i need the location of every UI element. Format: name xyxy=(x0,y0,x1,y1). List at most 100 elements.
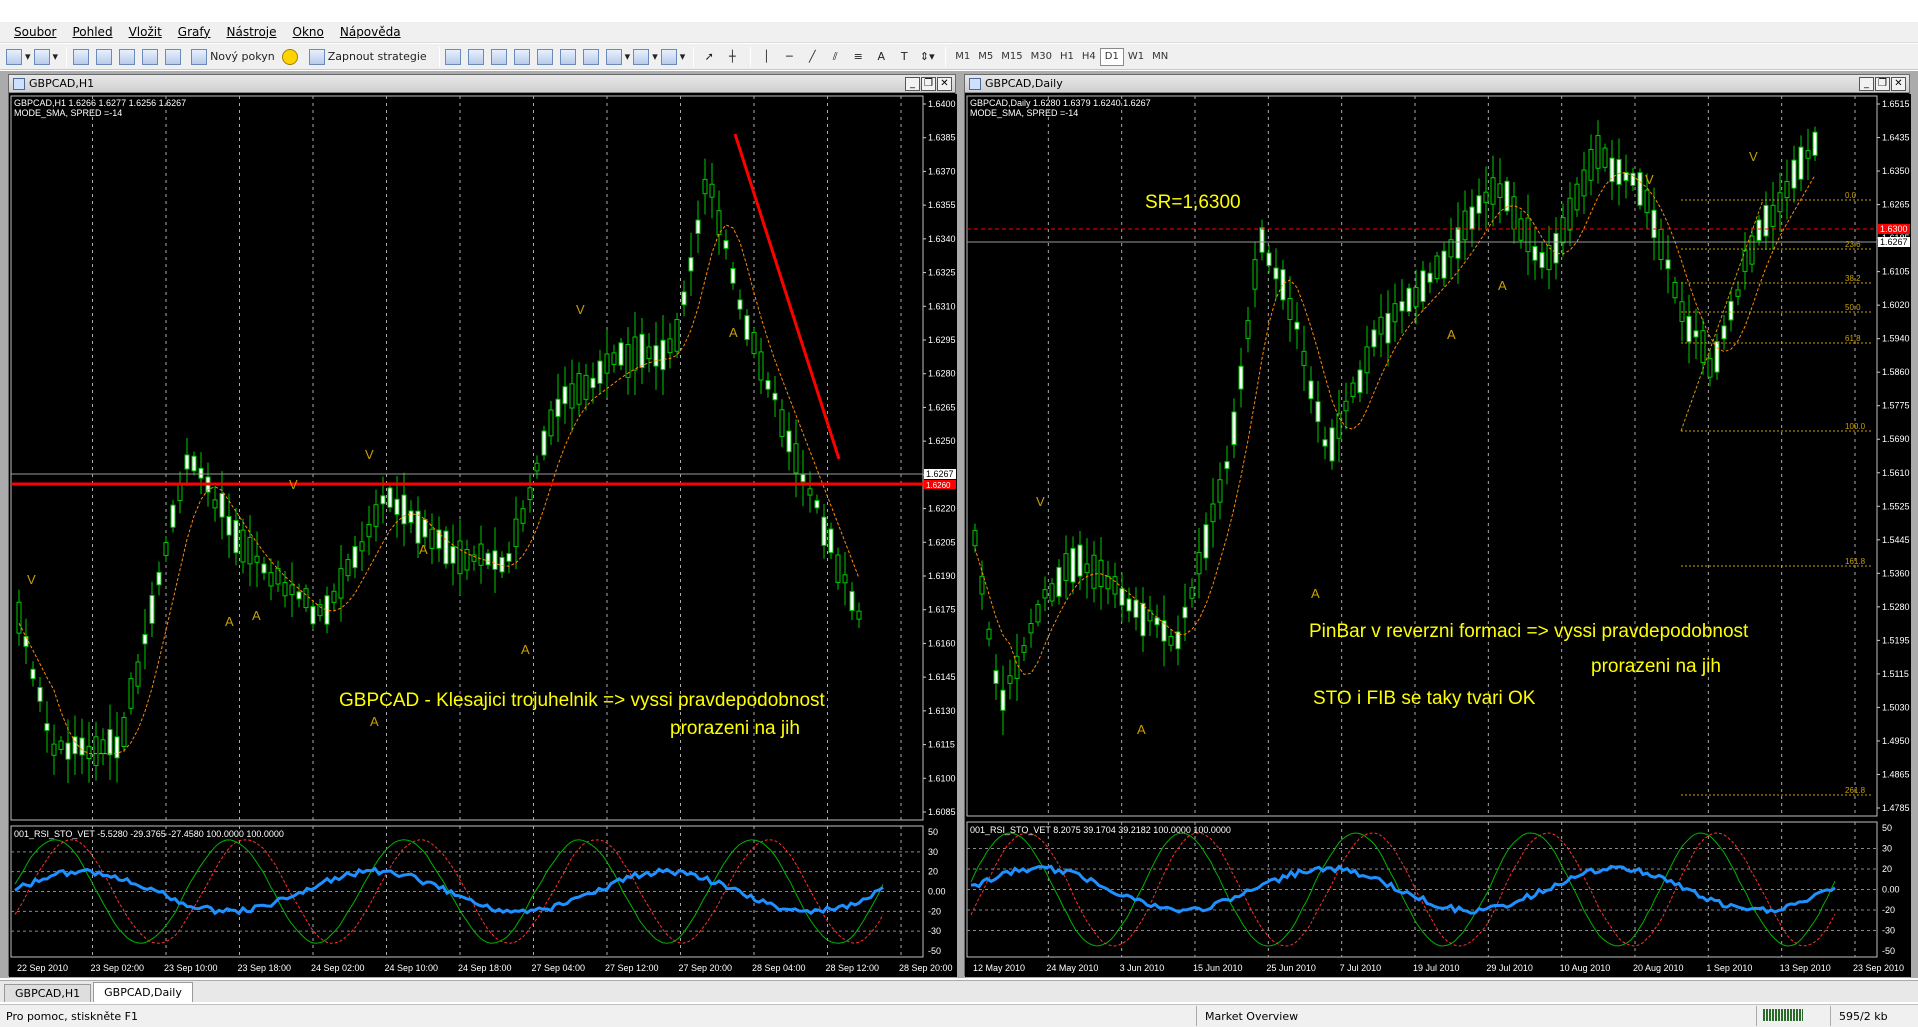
chart-window-titlebar[interactable]: GBPCAD,Daily _ ❐ ✕ xyxy=(965,75,1909,93)
chart-shift-button[interactable] xyxy=(583,46,603,68)
data-window-button[interactable] xyxy=(95,46,115,68)
price-candle xyxy=(233,519,239,554)
horizontal-line-button[interactable]: ─ xyxy=(779,46,799,68)
tab-gbpcad-daily[interactable]: GBPCAD,Daily xyxy=(93,982,193,1002)
price-candle xyxy=(114,736,120,759)
profiles-icon xyxy=(33,48,50,65)
timeframe-w1-button[interactable]: W1 xyxy=(1124,48,1148,66)
close-button[interactable]: ✕ xyxy=(937,77,952,91)
cursor-icon: ➚ xyxy=(704,50,714,63)
line-chart-button[interactable] xyxy=(491,46,511,68)
toolbar-separator xyxy=(750,46,752,67)
menu-view[interactable]: Pohled xyxy=(64,25,120,39)
price-candle xyxy=(1462,210,1468,241)
close-button[interactable]: ✕ xyxy=(1891,77,1906,91)
price-candle xyxy=(303,588,309,609)
tab-gbpcad-h1[interactable]: GBPCAD,H1 xyxy=(4,984,92,1002)
restore-button[interactable]: ❐ xyxy=(921,77,936,91)
price-candle xyxy=(590,377,596,389)
price-candle xyxy=(1042,589,1048,599)
chart-canvas-daily[interactable]: GBPCAD,Daily 1.6280 1.6379 1.6240 1.6267… xyxy=(965,94,1911,977)
price-candle xyxy=(1434,255,1440,280)
timeframe-h1-button[interactable]: H1 xyxy=(1056,48,1078,66)
zoom-out-button[interactable] xyxy=(537,46,557,68)
expert-warning-button[interactable] xyxy=(282,46,302,68)
profiles-button[interactable]: ▾ xyxy=(33,46,58,68)
fibonacci-level-label: 261.8 xyxy=(1845,786,1866,795)
status-help: Pro pomoc, stiskněte F1 xyxy=(6,1010,138,1023)
fractal-up-marker: V xyxy=(1036,494,1045,509)
timeframe-mn-button[interactable]: MN xyxy=(1148,48,1172,66)
price-tick-label: 1.6100 xyxy=(928,773,956,783)
chart-canvas-h1[interactable]: GBPCAD,H1 1.6266 1.6277 1.6256 1.6267MOD… xyxy=(9,94,957,977)
menu-help[interactable]: Nápověda xyxy=(332,25,409,39)
timeframe-m5-button[interactable]: M5 xyxy=(974,48,997,66)
price-candle xyxy=(135,661,141,687)
time-axis-label: 15 Jun 2010 xyxy=(1193,963,1243,973)
bar-chart-button[interactable] xyxy=(445,46,465,68)
crosshair-button[interactable]: ┼ xyxy=(722,46,742,68)
new-order-button[interactable]: Nový pokyn xyxy=(187,46,279,68)
price-tick-label: 1.5445 xyxy=(1882,535,1910,545)
price-tick-label: 1.6350 xyxy=(1882,166,1910,176)
text-label-button[interactable]: T xyxy=(894,46,914,68)
chart-window-daily[interactable]: GBPCAD,Daily _ ❐ ✕ GBPCAD,Daily 1.6280 1… xyxy=(964,74,1911,977)
price-candle xyxy=(1126,598,1132,612)
chart-info-line: GBPCAD,H1 1.6266 1.6277 1.6256 1.6267 xyxy=(14,98,186,108)
menu-charts[interactable]: Grafy xyxy=(170,25,219,39)
zoom-in-button[interactable] xyxy=(514,46,534,68)
start-strategy-button[interactable]: Zapnout strategie xyxy=(305,46,431,68)
price-candle xyxy=(506,553,512,562)
periods-button[interactable]: ▾ xyxy=(633,46,658,68)
navigator-button[interactable] xyxy=(118,46,138,68)
timeframe-h4-button[interactable]: H4 xyxy=(1078,48,1100,66)
price-candle xyxy=(786,430,792,453)
price-candle xyxy=(1217,479,1223,503)
fibonacci-button[interactable]: ≡ xyxy=(848,46,868,68)
tester-button[interactable] xyxy=(164,46,184,68)
cursor-button[interactable]: ➚ xyxy=(699,46,719,68)
timeframe-d1-button[interactable]: D1 xyxy=(1099,47,1124,66)
market-watch-button[interactable] xyxy=(72,46,92,68)
price-candle xyxy=(296,591,302,600)
price-candle xyxy=(1399,301,1405,312)
arrows-button[interactable]: ⇕▾ xyxy=(917,46,937,68)
menu-file[interactable]: Soubor xyxy=(6,25,64,39)
price-candle xyxy=(1378,316,1384,335)
chart-window-h1[interactable]: GBPCAD,H1 _ ❐ ✕ GBPCAD,H1 1.6266 1.6277 … xyxy=(8,74,957,977)
status-profile[interactable]: Market Overview xyxy=(1196,1006,1306,1026)
restore-button[interactable]: ❐ xyxy=(1875,77,1890,91)
minimize-button[interactable]: _ xyxy=(1859,77,1874,91)
price-candle xyxy=(338,568,344,599)
candles-button[interactable] xyxy=(468,46,488,68)
price-candle xyxy=(653,345,659,367)
menu-bar: Soubor Pohled Vložit Grafy Nástroje Okno… xyxy=(0,22,1918,43)
price-candle xyxy=(993,670,999,684)
terminal-button[interactable] xyxy=(141,46,161,68)
new-chart-button[interactable]: ▾ xyxy=(6,46,31,68)
indicators-button[interactable]: ▾ xyxy=(605,46,630,68)
autoscroll-button[interactable] xyxy=(560,46,580,68)
menu-tools[interactable]: Nástroje xyxy=(219,25,285,39)
vertical-line-button[interactable]: │ xyxy=(756,46,776,68)
crosshair-icon: ┼ xyxy=(728,50,736,63)
menu-window[interactable]: Okno xyxy=(285,25,332,39)
price-candle xyxy=(44,723,50,731)
text-button[interactable]: A xyxy=(871,46,891,68)
price-tick-label: 1.6175 xyxy=(928,605,956,615)
timeframe-m30-button[interactable]: M30 xyxy=(1027,48,1056,66)
channel-button[interactable]: ⫽ xyxy=(825,46,845,68)
zoom-in-icon xyxy=(514,48,531,65)
price-candle xyxy=(1805,150,1811,159)
trendline-button[interactable]: ╱ xyxy=(802,46,822,68)
timeframe-m15-button[interactable]: M15 xyxy=(997,48,1026,66)
fibonacci-level-label: 50.0 xyxy=(1845,303,1861,312)
text-icon: A xyxy=(877,50,886,63)
chart-window-titlebar[interactable]: GBPCAD,H1 _ ❐ ✕ xyxy=(9,75,955,93)
chart-window-icon xyxy=(13,77,25,90)
price-candle xyxy=(268,572,274,587)
timeframe-m1-button[interactable]: M1 xyxy=(951,48,974,66)
menu-insert[interactable]: Vložit xyxy=(121,25,170,39)
minimize-button[interactable]: _ xyxy=(905,77,920,91)
templates-button[interactable]: ▾ xyxy=(660,46,685,68)
